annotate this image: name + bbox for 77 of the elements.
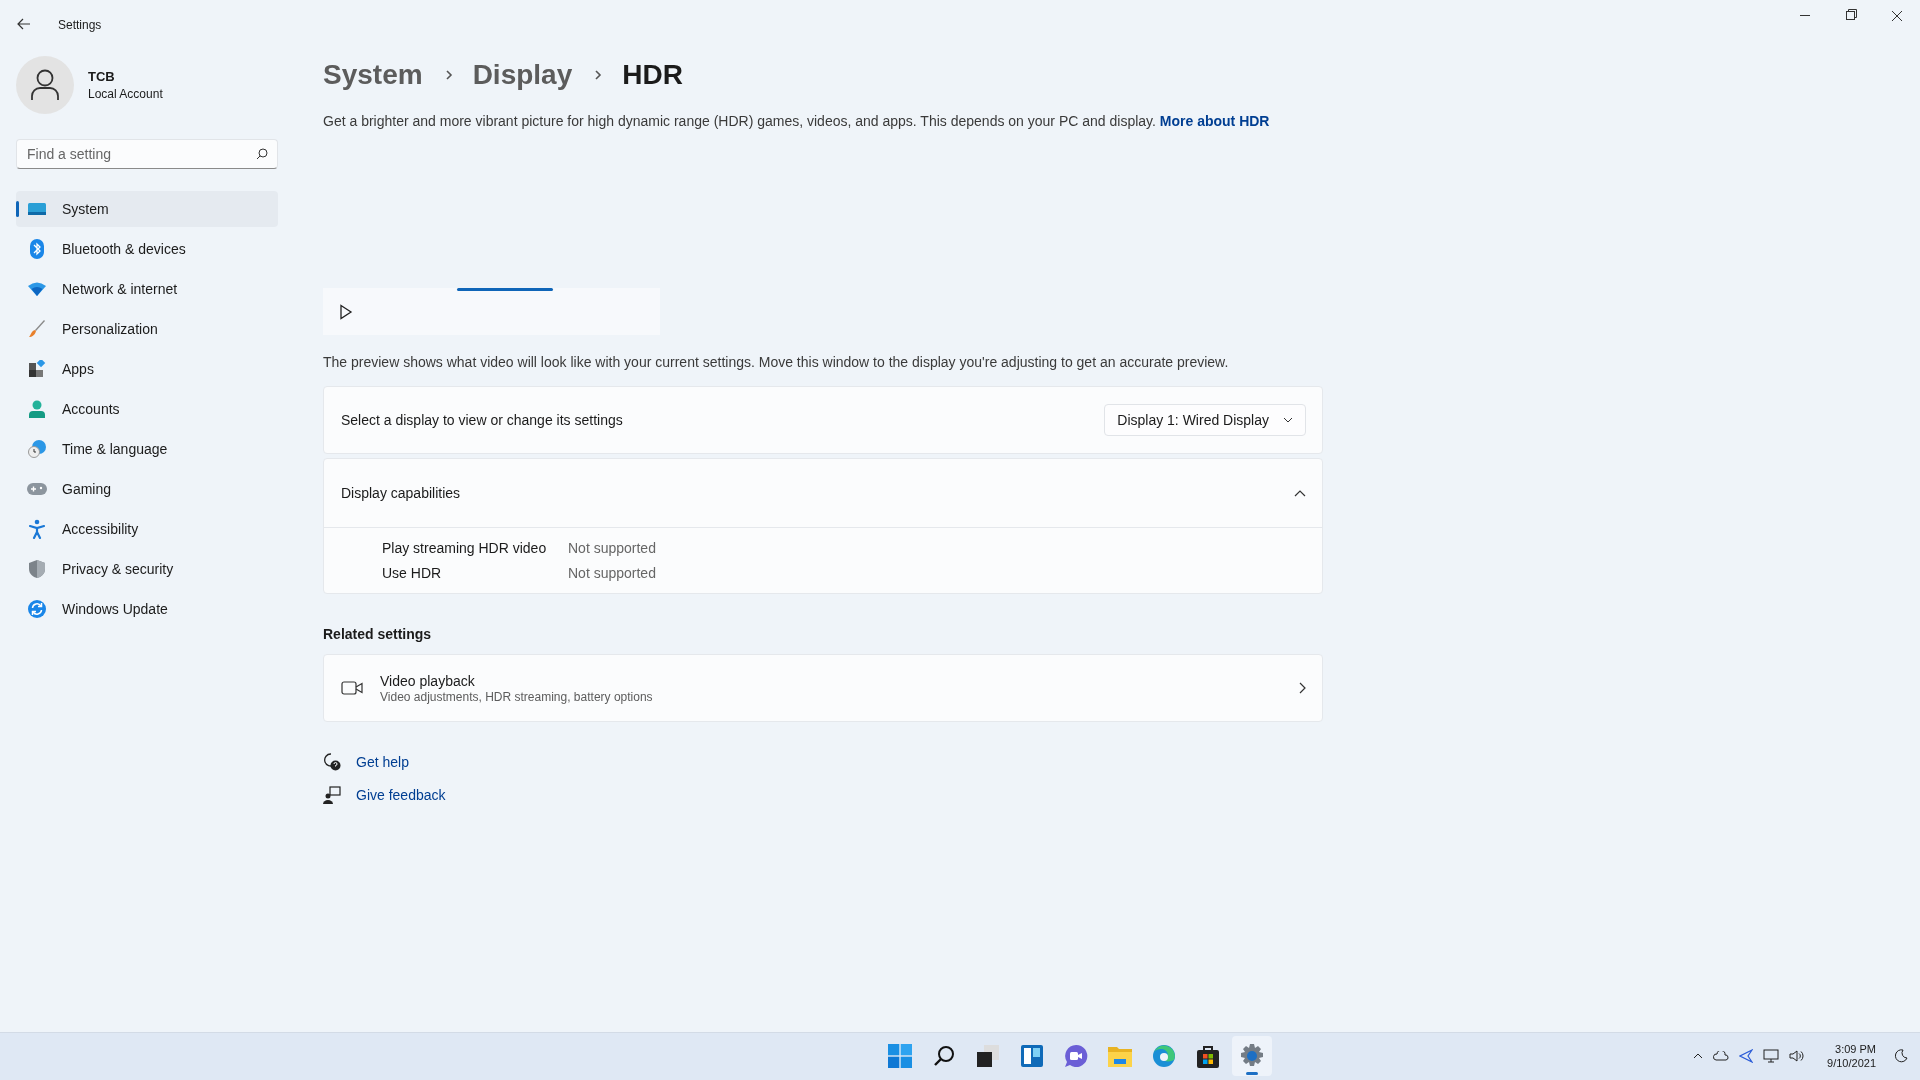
settings-icon xyxy=(1240,1044,1264,1068)
nav-item[interactable]: Time & language xyxy=(16,431,278,467)
chevron-up-icon[interactable] xyxy=(1693,1053,1704,1059)
gamepad-icon xyxy=(27,482,47,496)
running-indicator xyxy=(1246,1072,1258,1075)
back-arrow-icon[interactable] xyxy=(16,16,32,32)
person-icon xyxy=(29,400,45,418)
capability-name: Play streaming HDR video xyxy=(382,540,548,556)
nav-item[interactable]: Apps xyxy=(16,351,278,387)
video-camera-icon xyxy=(341,680,363,696)
moon-icon[interactable] xyxy=(1894,1049,1908,1063)
item-subtitle: Video adjustments, HDR streaming, battery options xyxy=(380,689,654,704)
more-about-link[interactable]: More about HDR xyxy=(1159,113,1270,129)
feedback-icon xyxy=(323,786,341,804)
search-icon xyxy=(256,148,268,160)
account-name: TCB xyxy=(88,69,116,84)
send-arrow-icon[interactable] xyxy=(1739,1049,1754,1063)
nav-item[interactable]: Windows Update xyxy=(16,591,278,627)
selection-indicator xyxy=(16,201,19,217)
breadcrumb-link[interactable]: Display xyxy=(472,59,573,91)
person-icon xyxy=(31,69,59,101)
monitor-icon[interactable] xyxy=(1763,1049,1780,1063)
wifi-icon xyxy=(28,282,46,296)
nav-item[interactable]: Network & internet xyxy=(16,271,278,307)
search-icon xyxy=(933,1045,955,1067)
accessibility-icon xyxy=(29,519,45,539)
nav-item[interactable]: Bluetooth & devices xyxy=(16,231,278,267)
section-heading: Related settings xyxy=(323,625,433,644)
display-dropdown[interactable]: Display 1: Wired Display xyxy=(1104,404,1306,436)
shield-icon xyxy=(29,560,45,578)
nav-item[interactable]: Privacy & security xyxy=(16,551,278,587)
nav-item[interactable]: Accounts xyxy=(16,391,278,427)
help-link[interactable]: Get help xyxy=(356,754,409,770)
nav-item[interactable]: Gaming xyxy=(16,471,278,507)
search-field[interactable]: Find a setting xyxy=(16,139,278,169)
apps-icon xyxy=(28,360,46,378)
folder-icon xyxy=(1108,1045,1132,1067)
chevron-right-icon xyxy=(444,69,453,81)
help-link[interactable]: Give feedback xyxy=(356,787,446,803)
chevron-down-icon xyxy=(1283,417,1293,423)
nav-item[interactable]: Accessibility xyxy=(16,511,278,547)
capability-name: Use HDR xyxy=(382,565,443,581)
expander-header[interactable]: Display capabilities xyxy=(324,459,1322,528)
nav-item[interactable]: Personalization xyxy=(16,311,278,347)
monitor-icon xyxy=(27,201,47,217)
capability-value: Not supported xyxy=(568,565,656,581)
breadcrumb-link[interactable]: System xyxy=(323,59,423,91)
nav-item[interactable]: System xyxy=(16,191,278,227)
page-title: HDR xyxy=(622,59,683,91)
browser-icon xyxy=(1152,1044,1176,1068)
related-setting-item[interactable]: Video playback Video adjustments, HDR streaming, battery options xyxy=(323,654,1323,722)
page-description: Get a brighter and more vibrant picture for high dynamic range (HDR) games, videos, and apps. This depends on your PC and display. More about HDR xyxy=(323,112,1271,131)
chevron-right-icon xyxy=(1299,682,1306,694)
setting-label: Select a display to view or change its settings xyxy=(341,412,623,428)
brush-icon xyxy=(28,320,46,338)
update-icon xyxy=(28,600,46,618)
play-icon[interactable] xyxy=(339,303,353,320)
clock[interactable]: 3:09 PM 9/10/2021 xyxy=(1827,1042,1876,1070)
speaker-icon[interactable] xyxy=(1789,1049,1806,1063)
start-icon xyxy=(888,1044,912,1068)
window-title: Settings xyxy=(58,18,102,32)
task-view-icon xyxy=(976,1044,1000,1068)
account-type: Local Account xyxy=(88,87,163,101)
capability-value: Not supported xyxy=(568,540,656,556)
chat-icon xyxy=(1064,1044,1088,1068)
chevron-right-icon xyxy=(594,69,603,81)
cloud-icon[interactable] xyxy=(1713,1051,1730,1061)
globe-clock-icon xyxy=(28,440,46,458)
help-chat-icon xyxy=(323,753,341,771)
clock-time: 3:09 PM xyxy=(1835,1042,1876,1056)
bluetooth-icon xyxy=(30,239,44,259)
preview-caption: The preview shows what video will look like with your current settings. Move this window to the display you're adjusting to get an accurate preview. xyxy=(323,353,1230,372)
store-bag-icon xyxy=(1197,1044,1219,1068)
widgets-icon xyxy=(1020,1044,1044,1068)
item-title: Video playback xyxy=(380,672,476,689)
clock-date: 9/10/2021 xyxy=(1827,1056,1876,1070)
chevron-up-icon xyxy=(1294,489,1306,497)
